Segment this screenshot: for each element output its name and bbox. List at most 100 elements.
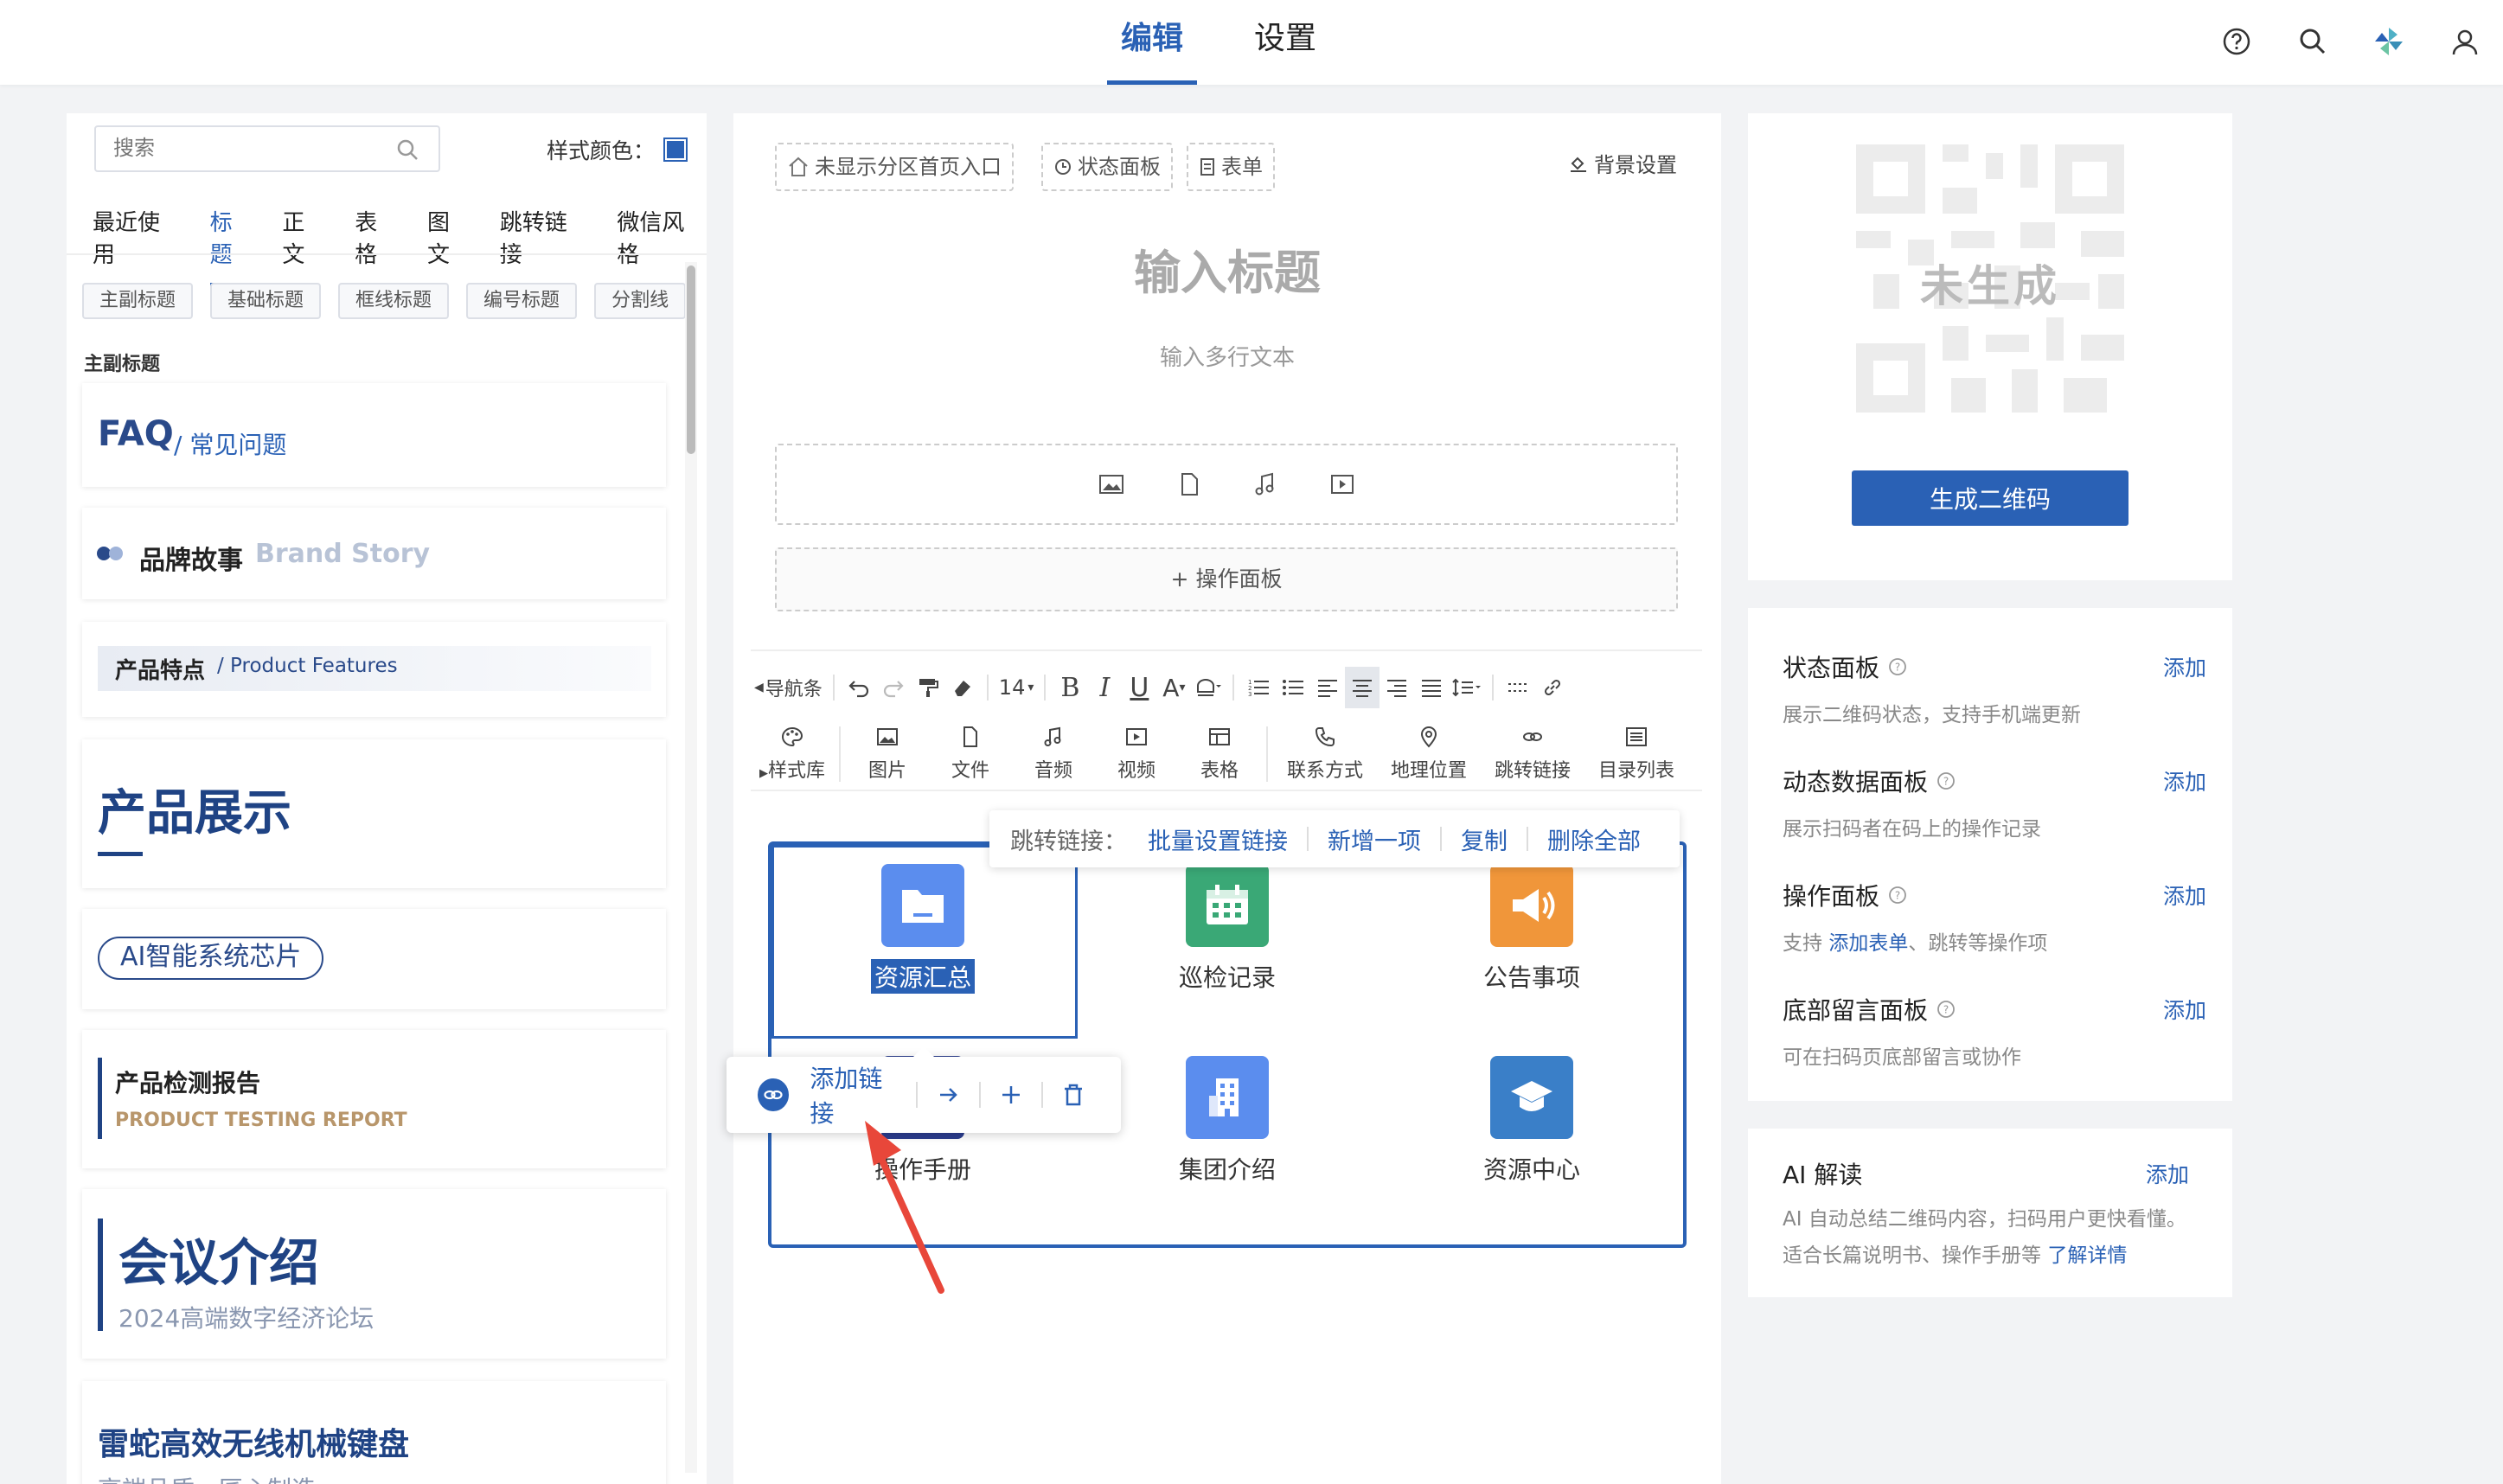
copy-button[interactable]: 复制 (1461, 822, 1508, 856)
line-height-icon[interactable] (1449, 667, 1485, 708)
background-settings-button[interactable]: 背景设置 (1568, 148, 1677, 178)
align-right-icon[interactable] (1380, 667, 1414, 708)
add-operation-panel-button[interactable]: 添加 (2163, 880, 2206, 911)
title-card-testing-report[interactable]: 产品检测报告 PRODUCT TESTING REPORT (82, 1030, 666, 1168)
editor-toolbar: ◀ 导航条 14 ▾ B I U A ▾ 123 ▶样式库 图片 文件 音频 视… (751, 649, 1702, 791)
scrollbar-thumb[interactable] (687, 265, 695, 454)
undo-icon[interactable] (842, 667, 876, 708)
title-card-faq[interactable]: FAQ / 常见问题 (82, 383, 666, 487)
add-item-button[interactable]: 新增一项 (1328, 822, 1421, 856)
generate-qr-button[interactable]: 生成二维码 (1852, 470, 2129, 526)
title-card-keyboard[interactable]: 雷蛇高效无线机械键盘 高端品质，匠心制造 (82, 1381, 666, 1484)
title-card-product-showcase[interactable]: 产品展示 (82, 739, 666, 888)
insert-image-button[interactable]: 图片 (846, 720, 929, 789)
insert-table-button[interactable]: 表格 (1178, 720, 1261, 789)
align-justify-icon[interactable] (1414, 667, 1449, 708)
image-icon[interactable] (1098, 472, 1125, 496)
trash-icon[interactable] (1057, 1078, 1090, 1112)
pinwheel-icon[interactable] (2370, 22, 2408, 61)
grid-item-resource-center[interactable]: 资源中心 (1380, 1037, 1683, 1227)
divider-insert-icon[interactable] (1501, 667, 1535, 708)
align-left-icon[interactable] (1310, 667, 1345, 708)
nav-bar-button[interactable]: ◀ 导航条 (751, 667, 826, 708)
title-card-pill[interactable]: AI智能系统芯片 (82, 909, 666, 1009)
insert-jump-link-button[interactable]: 跳转链接 (1481, 720, 1584, 789)
grid-item-announcements[interactable]: 公告事项 (1380, 845, 1683, 1035)
title-input[interactable]: 输入标题 (733, 234, 1721, 303)
insert-label: 联系方式 (1286, 760, 1363, 782)
tab-jump-link[interactable]: 跳转链接 (500, 205, 590, 286)
style-library-button[interactable]: ▶样式库 (751, 720, 834, 789)
chip-basic-title[interactable]: 基础标题 (210, 283, 322, 319)
link-icon[interactable] (1535, 667, 1570, 708)
chip-frame-title[interactable]: 框线标题 (338, 283, 450, 319)
palette-icon (780, 726, 804, 748)
multiline-text-input[interactable]: 输入多行文本 (733, 340, 1721, 372)
add-bottom-comment-panel-button[interactable]: 添加 (2163, 994, 2206, 1025)
search-input[interactable] (113, 127, 390, 169)
tag-partition-entry[interactable]: 未显示分区首页入口 (775, 143, 1014, 191)
tab-body[interactable]: 正文 (282, 205, 327, 286)
add-dynamic-data-panel-button[interactable]: 添加 (2163, 765, 2206, 796)
bullet-list-icon[interactable] (1276, 667, 1310, 708)
insert-toc-button[interactable]: 目录列表 (1584, 720, 1688, 789)
info-icon[interactable]: ? (1888, 886, 1907, 905)
plus-icon[interactable] (995, 1078, 1027, 1112)
batch-set-links-button[interactable]: 批量设置链接 (1148, 822, 1288, 856)
font-color-icon[interactable]: A ▾ (1156, 667, 1191, 708)
highlight-icon[interactable] (1191, 667, 1226, 708)
insert-location-button[interactable]: 地理位置 (1377, 720, 1481, 789)
chip-divider[interactable]: 分割线 (594, 283, 687, 319)
grid-item-inspection[interactable]: 巡检记录 (1076, 845, 1379, 1035)
insert-contact-button[interactable]: 联系方式 (1273, 720, 1377, 789)
tab-recent[interactable]: 最近使用 (93, 205, 182, 286)
insert-video-button[interactable]: 视频 (1095, 720, 1178, 789)
delete-all-button[interactable]: 删除全部 (1547, 822, 1641, 856)
add-form-link[interactable]: 添加表单 (1828, 932, 1908, 955)
eraser-icon[interactable] (945, 667, 980, 708)
add-status-panel-button[interactable]: 添加 (2163, 651, 2206, 682)
search-icon[interactable] (2294, 22, 2332, 61)
search-icon[interactable] (395, 138, 419, 162)
align-center-icon[interactable] (1345, 667, 1380, 708)
title-card-brand-story[interactable]: 品牌故事 Brand Story (82, 508, 666, 599)
format-painter-icon[interactable] (911, 667, 945, 708)
tab-image-text[interactable]: 图文 (427, 205, 472, 286)
tag-status-panel[interactable]: 状态面板 (1041, 143, 1173, 191)
underline-icon[interactable]: U (1122, 667, 1156, 708)
tag-form[interactable]: 表单 (1187, 143, 1275, 191)
style-color-swatch[interactable] (663, 138, 688, 162)
insert-file-button[interactable]: 文件 (929, 720, 1012, 789)
info-icon[interactable]: ? (1888, 657, 1907, 676)
operation-panel-add[interactable]: + 操作面板 (775, 547, 1678, 611)
bold-icon[interactable]: B (1053, 667, 1087, 708)
video-icon[interactable] (1329, 472, 1355, 496)
help-icon[interactable] (2218, 22, 2256, 61)
title-card-meeting[interactable]: 会议介绍 2024高端数字经济论坛 (82, 1189, 666, 1359)
insert-label: 音频 (1034, 760, 1072, 782)
insert-label: 跳转链接 (1494, 760, 1571, 782)
learn-more-link[interactable]: 了解详情 (2047, 1244, 2127, 1267)
font-size-select[interactable]: 14 ▾ (995, 667, 1038, 708)
insert-audio-button[interactable]: 音频 (1012, 720, 1095, 789)
info-icon[interactable]: ? (1936, 1000, 1956, 1019)
user-icon[interactable] (2446, 22, 2484, 61)
music-icon[interactable] (1253, 471, 1277, 497)
redo-icon[interactable] (876, 667, 911, 708)
add-ai-button[interactable]: 添加 (2146, 1158, 2189, 1189)
title-card-product-features[interactable]: 产品特点 / Product Features (82, 622, 666, 717)
tab-edit[interactable]: 编辑 (1107, 0, 1198, 85)
italic-icon[interactable]: I (1087, 667, 1122, 708)
option-title: 操作面板 (1783, 882, 1880, 911)
tab-settings[interactable]: 设置 (1240, 0, 1330, 85)
grid-item-group-intro[interactable]: 集团介绍 (1076, 1037, 1379, 1227)
chip-main-sub-title[interactable]: 主副标题 (82, 283, 194, 319)
grid-item-resources[interactable]: 资源汇总 (771, 845, 1074, 1035)
ordered-list-icon[interactable]: 123 (1241, 667, 1276, 708)
arrow-right-icon[interactable] (931, 1078, 964, 1112)
tab-table[interactable]: 表格 (355, 205, 400, 286)
file-icon[interactable] (1177, 471, 1201, 497)
tab-title[interactable]: 标题 (209, 205, 255, 286)
info-icon[interactable]: ? (1936, 771, 1956, 790)
chip-numbered-title[interactable]: 编号标题 (466, 283, 578, 319)
